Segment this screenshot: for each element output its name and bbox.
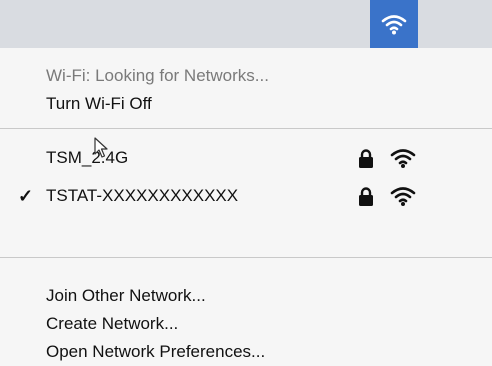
menu-bar <box>0 0 492 48</box>
create-network-item[interactable]: Create Network... <box>0 310 492 338</box>
join-other-network-label: Join Other Network... <box>46 286 206 305</box>
separator <box>0 257 492 258</box>
network-item-tsm[interactable]: TSM_2.4G <box>0 144 492 172</box>
separator <box>0 128 492 129</box>
create-network-label: Create Network... <box>46 314 179 333</box>
lock-icon <box>359 187 373 206</box>
wifi-signal-icon <box>390 149 416 168</box>
wifi-signal-icon <box>390 187 416 206</box>
checkmark-icon: ✓ <box>18 186 34 206</box>
network-name: TSM_2.4G <box>46 148 129 167</box>
turn-wifi-off-label: Turn Wi-Fi Off <box>46 94 152 113</box>
wifi-status-label: Wi-Fi: Looking for Networks... <box>46 66 269 85</box>
network-name: TSTAT-XXXXXXXXXXXX <box>46 186 239 205</box>
join-other-network-item[interactable]: Join Other Network... <box>0 282 492 310</box>
network-item-tstat[interactable]: ✓ TSTAT-XXXXXXXXXXXX <box>0 182 492 210</box>
wifi-menu-extra[interactable] <box>370 0 418 48</box>
lock-icon <box>359 149 373 168</box>
wifi-status: Wi-Fi: Looking for Networks... <box>0 62 492 90</box>
open-network-preferences-label: Open Network Preferences... <box>46 342 266 361</box>
open-network-preferences-item[interactable]: Open Network Preferences... <box>0 338 492 366</box>
wifi-icon <box>381 15 407 35</box>
turn-wifi-off-item[interactable]: Turn Wi-Fi Off <box>0 90 492 118</box>
mouse-pointer-icon <box>94 137 108 158</box>
wifi-dropdown-menu: Wi-Fi: Looking for Networks... Turn Wi-F… <box>0 48 492 365</box>
